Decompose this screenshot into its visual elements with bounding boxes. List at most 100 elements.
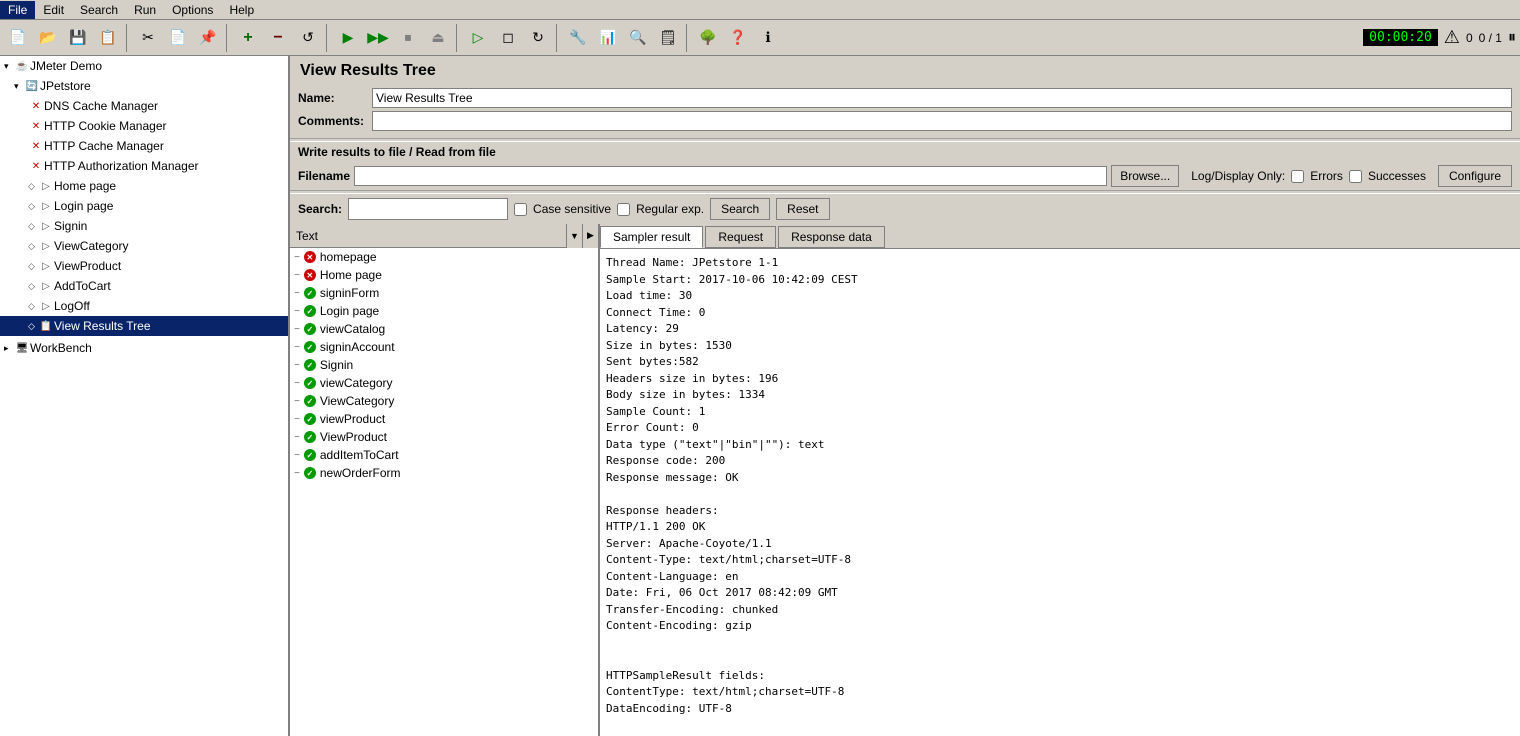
result-item-viewcatalog[interactable]: − ✓ viewCatalog bbox=[290, 320, 598, 338]
filename-input[interactable] bbox=[354, 166, 1107, 186]
monitor-button[interactable]: 🔍 bbox=[624, 24, 652, 52]
help-button[interactable]: ❓ bbox=[724, 24, 752, 52]
tree-item-cache[interactable]: ✕ HTTP Cache Manager bbox=[0, 136, 288, 156]
result-item-neworder[interactable]: − ✓ newOrderForm bbox=[290, 464, 598, 482]
result-label-additem: addItemToCart bbox=[320, 448, 399, 462]
result-item-viewcategory2[interactable]: − ✓ ViewCategory bbox=[290, 392, 598, 410]
result-item-viewproduct[interactable]: − ✓ viewProduct bbox=[290, 410, 598, 428]
sampler-icon-login: ▷ bbox=[38, 198, 54, 214]
sep3 bbox=[326, 24, 330, 52]
shutdown-button[interactable]: ⏏ bbox=[424, 24, 452, 52]
remote-stop-button[interactable]: ◻ bbox=[494, 24, 522, 52]
remote-clear-button[interactable]: ↻ bbox=[524, 24, 552, 52]
menu-options[interactable]: Options bbox=[164, 1, 221, 19]
reset-button[interactable]: Reset bbox=[776, 198, 829, 220]
new-button[interactable]: 📄 bbox=[4, 24, 32, 52]
tree-item-results-tree[interactable]: ◇ 📋 View Results Tree bbox=[0, 316, 288, 336]
sampler-icon-logoff: ▷ bbox=[38, 298, 54, 314]
result-label-signinform: signinForm bbox=[320, 286, 379, 300]
stop-button[interactable]: ⏹ bbox=[394, 24, 422, 52]
tree-item-logoff[interactable]: ◇ ▷ LogOff bbox=[0, 296, 288, 316]
tree-item-home[interactable]: ◇ ▷ Home page bbox=[0, 176, 288, 196]
tab-response-data[interactable]: Response data bbox=[778, 226, 885, 248]
tab-sampler-result[interactable]: Sampler result bbox=[600, 226, 703, 248]
sep2 bbox=[226, 24, 230, 52]
tree-item-login[interactable]: ◇ ▷ Login page bbox=[0, 196, 288, 216]
open-button[interactable]: 📂 bbox=[34, 24, 62, 52]
menu-run[interactable]: Run bbox=[126, 1, 164, 19]
menu-edit[interactable]: Edit bbox=[35, 1, 72, 19]
sampler-icon-signin: ▷ bbox=[38, 218, 54, 234]
result-item-homepage[interactable]: − ✕ homepage bbox=[290, 248, 598, 266]
name-input[interactable] bbox=[372, 88, 1512, 108]
log-button[interactable]: 🗒 bbox=[654, 24, 682, 52]
errors-checkbox[interactable] bbox=[1291, 170, 1304, 183]
copy-button[interactable]: 📄 bbox=[164, 24, 192, 52]
cut-button[interactable]: ✂ bbox=[134, 24, 162, 52]
result-item-additem[interactable]: − ✓ addItemToCart bbox=[290, 446, 598, 464]
result-item-signinform[interactable]: − ✓ signinForm bbox=[290, 284, 598, 302]
expand-icon-results: ◇ bbox=[28, 321, 38, 332]
log-display-area: Log/Display Only: Errors Successes bbox=[1191, 169, 1426, 183]
results-header-btn[interactable]: ▼ bbox=[566, 224, 582, 248]
status-dot-green-9: ✓ bbox=[304, 431, 316, 443]
progress-icon: ⏸ bbox=[1508, 29, 1516, 47]
successes-checkbox[interactable] bbox=[1349, 170, 1362, 183]
status-dot-green-1: ✓ bbox=[304, 287, 316, 299]
name-row: Name: bbox=[298, 88, 1512, 108]
tree-item-dns[interactable]: ✕ DNS Cache Manager bbox=[0, 96, 288, 116]
tree-label-dns: DNS Cache Manager bbox=[44, 99, 158, 113]
remove-button[interactable]: − bbox=[264, 24, 292, 52]
save-button[interactable]: 💾 bbox=[64, 24, 92, 52]
configure-button[interactable]: Configure bbox=[1438, 165, 1512, 187]
tree-item-jmeter-demo[interactable]: ▾ ☕ JMeter Demo bbox=[0, 56, 288, 76]
tree-label-viewcat: ViewCategory bbox=[54, 239, 128, 253]
run-no-stop-button[interactable]: ▶▶ bbox=[364, 24, 392, 52]
menu-file[interactable]: File bbox=[0, 1, 35, 19]
result-item-viewcategory[interactable]: − ✓ viewCategory bbox=[290, 374, 598, 392]
jmeter-icon: ☕ bbox=[14, 58, 30, 74]
tree-label-auth: HTTP Authorization Manager bbox=[44, 159, 199, 173]
tab-request[interactable]: Request bbox=[705, 226, 776, 248]
status-dot-red: ✕ bbox=[304, 251, 316, 263]
save-as-button[interactable]: 📋 bbox=[94, 24, 122, 52]
func-test-button[interactable]: 🔧 bbox=[564, 24, 592, 52]
result-item-signinaccount[interactable]: − ✓ signinAccount bbox=[290, 338, 598, 356]
info-button[interactable]: ℹ bbox=[754, 24, 782, 52]
tree-item-workbench[interactable]: ▸ 🖥 WorkBench bbox=[0, 338, 288, 358]
regex-checkbox[interactable] bbox=[617, 203, 630, 216]
tree-item-cookie[interactable]: ✕ HTTP Cookie Manager bbox=[0, 116, 288, 136]
results-header-expand[interactable]: ▶ bbox=[582, 224, 598, 248]
result-item-viewproduct2[interactable]: − ✓ ViewProduct bbox=[290, 428, 598, 446]
remote-start-button[interactable]: ▷ bbox=[464, 24, 492, 52]
clear-button[interactable]: ↺ bbox=[294, 24, 322, 52]
errors-label: Errors bbox=[1310, 169, 1343, 183]
tree-item-addcart[interactable]: ◇ ▷ AddToCart bbox=[0, 276, 288, 296]
result-label-homepage: homepage bbox=[320, 250, 377, 264]
expand-icon-wb: ▸ bbox=[4, 343, 14, 354]
tree-item-jpetstore[interactable]: ▾ 🔄 JPetstore bbox=[0, 76, 288, 96]
comments-input[interactable] bbox=[372, 111, 1512, 131]
tree-label-addcart: AddToCart bbox=[54, 279, 111, 293]
search-button[interactable]: Search bbox=[710, 198, 770, 220]
result-item-homepage2[interactable]: − ✕ Home page bbox=[290, 266, 598, 284]
status-dot-green-7: ✓ bbox=[304, 395, 316, 407]
tree-item-viewcat[interactable]: ◇ ▷ ViewCategory bbox=[0, 236, 288, 256]
tree-item-auth[interactable]: ✕ HTTP Authorization Manager bbox=[0, 156, 288, 176]
browse-button[interactable]: Browse... bbox=[1111, 165, 1179, 187]
menu-help[interactable]: Help bbox=[221, 1, 262, 19]
report-button[interactable]: 📊 bbox=[594, 24, 622, 52]
tree-item-viewprod[interactable]: ◇ ▷ ViewProduct bbox=[0, 256, 288, 276]
menu-search[interactable]: Search bbox=[72, 1, 126, 19]
run-button[interactable]: ▶ bbox=[334, 24, 362, 52]
search-input[interactable] bbox=[348, 198, 508, 220]
result-item-loginpage[interactable]: − ✓ Login page bbox=[290, 302, 598, 320]
tree-view-button[interactable]: 🌳 bbox=[694, 24, 722, 52]
status-dot-green-4: ✓ bbox=[304, 341, 316, 353]
add-button[interactable]: + bbox=[234, 24, 262, 52]
paste-button[interactable]: 📌 bbox=[194, 24, 222, 52]
result-item-signin[interactable]: − ✓ Signin bbox=[290, 356, 598, 374]
tree-item-signin[interactable]: ◇ ▷ Signin bbox=[0, 216, 288, 236]
result-label-signinaccount: signinAccount bbox=[320, 340, 395, 354]
case-sensitive-checkbox[interactable] bbox=[514, 203, 527, 216]
